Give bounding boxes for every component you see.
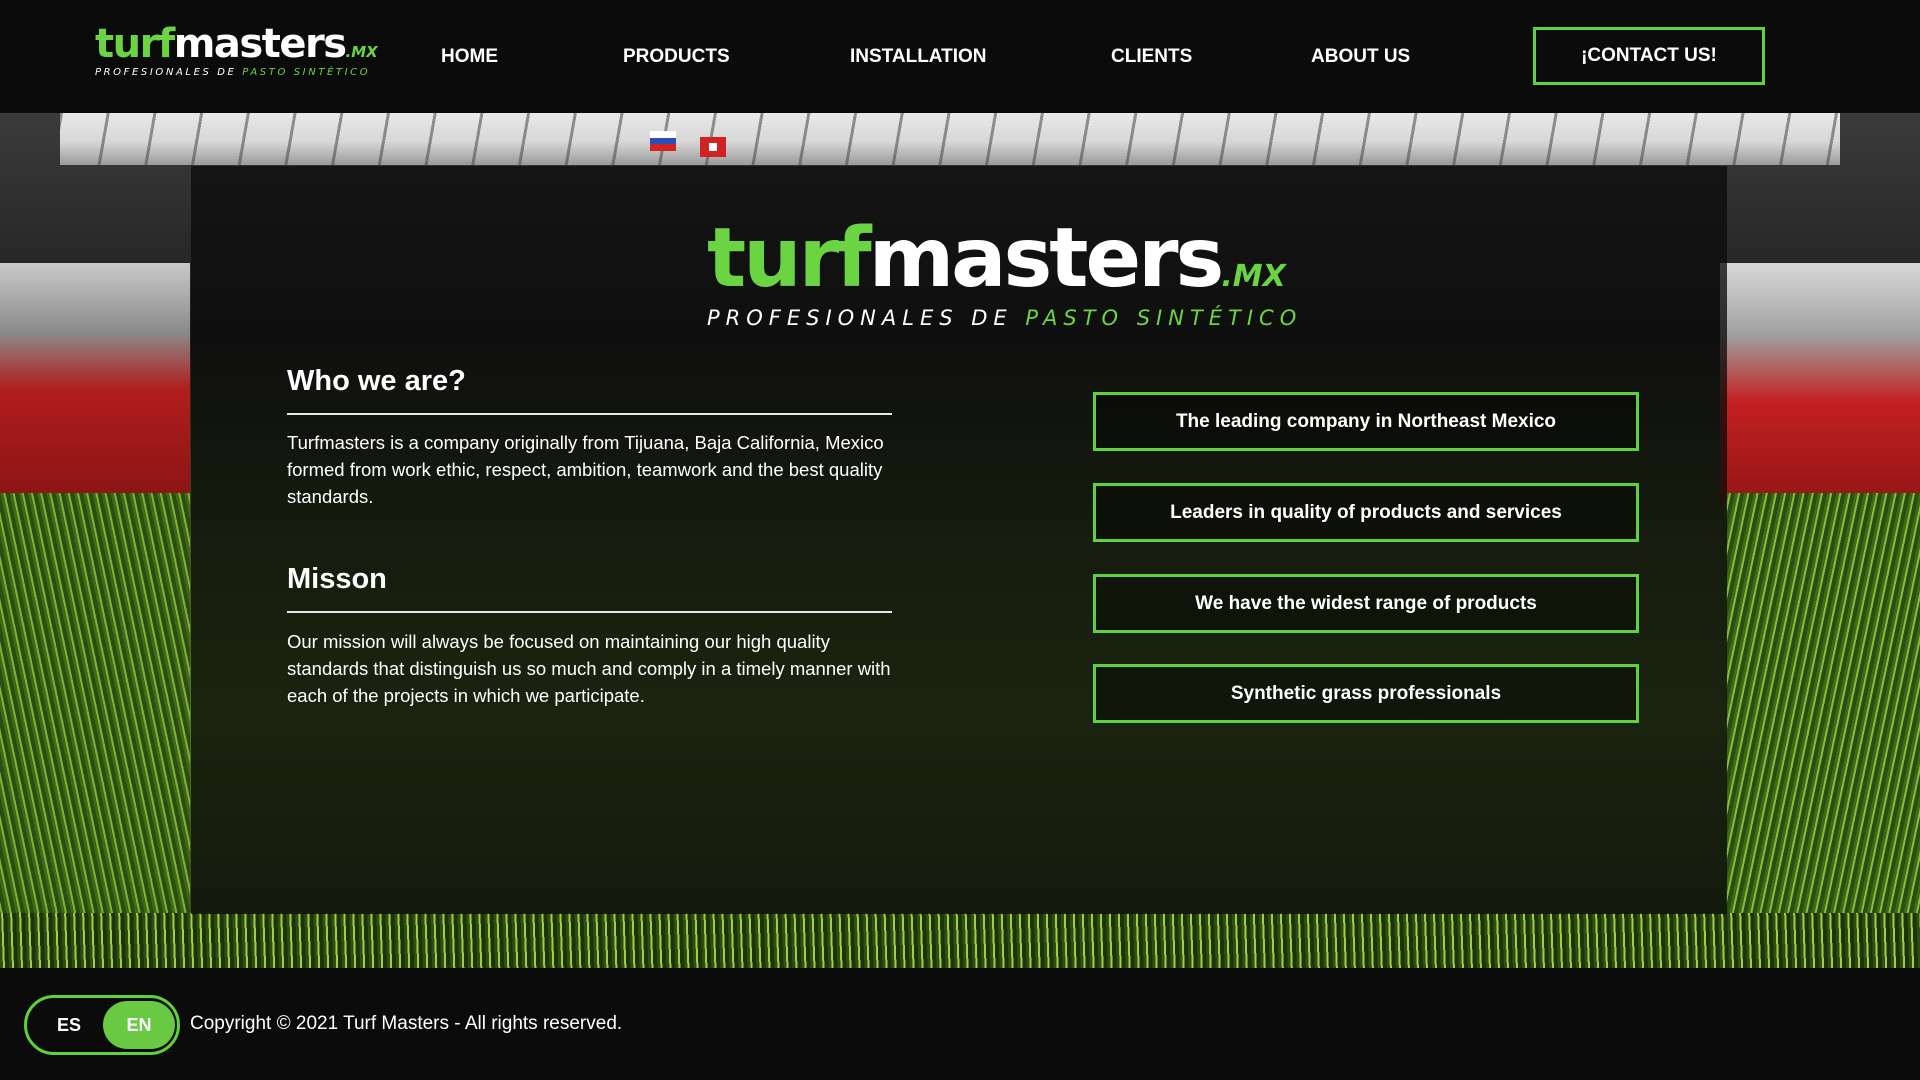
grass-bottom: [0, 913, 1920, 968]
mission-title: Misson: [287, 563, 387, 595]
nav-home[interactable]: HOME: [441, 46, 498, 68]
stadium-roof-beams: [60, 113, 1840, 165]
mission-divider: [287, 611, 892, 613]
stands-left: [0, 263, 190, 493]
mission-text: Our mission will always be focused on ma…: [287, 631, 891, 706]
grass-left: [0, 493, 190, 968]
feature-leading-company: The leading company in Northeast Mexico: [1093, 392, 1639, 451]
who-we-are-text: Turfmasters is a company originally from…: [287, 432, 884, 507]
who-we-are-divider: [287, 413, 892, 415]
nav-installation[interactable]: INSTALLATION: [850, 46, 987, 68]
nav-clients[interactable]: CLIENTS: [1111, 46, 1192, 68]
hero-logo: turfmasters.MX PROFESIONALES DE PASTO SI…: [707, 211, 1303, 331]
feature-widest-range: We have the widest range of products: [1093, 574, 1639, 633]
stands-right: [1720, 263, 1920, 503]
who-we-are-title: Who we are?: [287, 365, 466, 397]
footer: ES EN Copyright © 2021 Turf Masters - Al…: [0, 968, 1920, 1080]
copyright-text: Copyright © 2021 Turf Masters - All righ…: [190, 1013, 623, 1034]
nav-products[interactable]: PRODUCTS: [623, 46, 730, 68]
flag-russia: [650, 131, 676, 151]
contact-us-button[interactable]: ¡CONTACT US!: [1533, 27, 1765, 85]
nav-about-us[interactable]: ABOUT US: [1311, 46, 1410, 68]
language-option-en[interactable]: EN: [103, 1001, 175, 1049]
language-option-es[interactable]: ES: [57, 998, 81, 1052]
hero-logo-wordmark: turfmasters.MX: [707, 211, 1286, 306]
hero-logo-tagline: PROFESIONALES DE PASTO SINTÉTICO: [707, 306, 1303, 330]
flag-club: [700, 137, 726, 157]
language-toggle[interactable]: ES EN: [24, 995, 180, 1055]
feature-quality-leaders: Leaders in quality of products and servi…: [1093, 483, 1639, 542]
feature-synthetic-grass-pros: Synthetic grass professionals: [1093, 664, 1639, 723]
top-navbar: turfmasters.MX PROFESIONALES DE PASTO SI…: [0, 0, 1920, 113]
grass-right: [1726, 493, 1920, 968]
